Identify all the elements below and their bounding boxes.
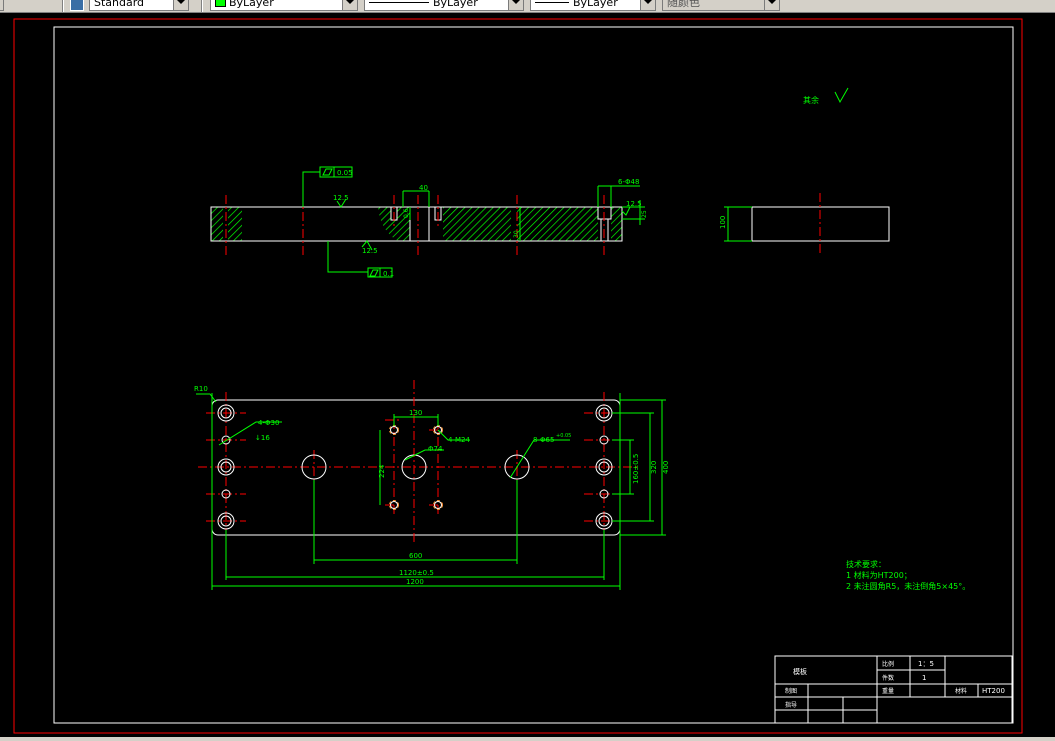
- leader-line: [327, 241, 368, 273]
- dim-1120: 1120±0.5: [399, 569, 434, 577]
- side-view: 100: [719, 193, 890, 253]
- technical-requirements: 技术要求： 1 材料为HT200； 2 未注圆角R5，未注倒角5×45°。: [846, 559, 970, 591]
- dim-6phi48: 6-Φ48: [618, 178, 639, 186]
- leader-r10: [196, 393, 217, 403]
- prev-combo-arrow[interactable]: [0, 0, 4, 11]
- dim-40: 40: [419, 184, 428, 192]
- dim-160: 160±0.5: [632, 454, 640, 484]
- dim-1200: 1200: [406, 578, 424, 586]
- material-value: HT200: [982, 687, 1005, 695]
- chevron-down-icon: [342, 0, 357, 10]
- drawing-canvas[interactable]: 其余 0.05 0.1 12.5 12.5 40 0.6 30 6-Φ48 12…: [0, 13, 1055, 737]
- dim-130: 130: [409, 409, 422, 417]
- color-swatch-icon: [215, 0, 226, 7]
- chevron-down-icon: [508, 0, 523, 10]
- general-roughness-note: 其余: [803, 87, 849, 105]
- lineweight-preview-icon: [535, 2, 569, 3]
- linetype-control-dropdown[interactable]: ByLayer: [364, 0, 524, 11]
- text-style-dropdown[interactable]: Standard: [89, 0, 189, 11]
- roughness-right-value: 12.5: [626, 200, 642, 208]
- front-section-view: 0.05 0.1 12.5 12.5 40 0.6 30 6-Φ48 12.5 …: [210, 166, 648, 278]
- color-value: ByLayer: [229, 0, 274, 9]
- toolbar-separator: [201, 0, 203, 12]
- qty-label: 件数: [882, 674, 894, 682]
- paper-boundary: [13, 18, 1023, 734]
- roughness-top-value: 12.5: [333, 194, 349, 202]
- qty-value: 1: [922, 674, 926, 682]
- flatness-value-top: 0.05: [337, 169, 353, 177]
- dim-06: 0.6: [403, 208, 410, 218]
- chevron-down-icon: [640, 0, 655, 10]
- roughness-symbol: [621, 206, 631, 216]
- tap-callout: 4-M24: [448, 436, 470, 444]
- linetype-preview-icon: [369, 2, 429, 3]
- lineweight-value: ByLayer: [573, 0, 618, 9]
- flatness-symbol-icon: [322, 168, 333, 176]
- hatch-area: [443, 207, 511, 241]
- hatch-area: [211, 207, 223, 241]
- hole-callout: 8-Φ65: [533, 436, 554, 444]
- dim-r10: R10: [194, 385, 208, 393]
- hole-tolerance: +0.05: [556, 433, 571, 439]
- scale-label: 比例: [882, 660, 894, 668]
- plotstyle-control-dropdown[interactable]: 随颜色: [662, 0, 780, 11]
- hatch-area: [528, 207, 598, 241]
- hatch-area: [611, 207, 622, 241]
- dim-25: 25: [641, 210, 648, 218]
- flatness-value-bottom: 0.1: [383, 270, 394, 278]
- leader-hole: [509, 439, 570, 479]
- flatness-symbol-icon: [369, 269, 379, 277]
- cbore-depth: ↓16: [255, 434, 270, 442]
- plotstyle-value: 随颜色: [667, 0, 700, 9]
- roughness-check-symbol: [834, 87, 849, 104]
- chevron-down-icon: [764, 0, 779, 10]
- notes-title: 技术要求：: [846, 559, 886, 569]
- notes-line-2: 2 未注圆角R5，未注倒角5×45°。: [846, 581, 970, 591]
- center-bore-callout: Φ74: [428, 445, 443, 453]
- roughness-note-text: 其余: [803, 95, 819, 105]
- lineweight-control-dropdown[interactable]: ByLayer: [530, 0, 656, 11]
- hatch-area: [228, 207, 242, 241]
- properties-toolbar: Standard ByLayer ByLayer ByLayer 随颜色: [0, 0, 1055, 13]
- color-control-dropdown[interactable]: ByLayer: [210, 0, 358, 11]
- title-block: 模板 比例 1：5 件数 1 制图 重量 材料 HT200 指导: [774, 655, 1013, 724]
- material-label: 材料: [955, 687, 967, 695]
- plan-view: R10 4-Φ30 ↓16 130 4-M24 Φ74 224 8-Φ65 +0…: [194, 380, 670, 590]
- scale-value: 1：5: [918, 660, 934, 668]
- roughness-bottom-value: 12.5: [362, 247, 378, 255]
- checked-label: 指导: [785, 701, 797, 709]
- drawn-label: 制图: [785, 687, 797, 695]
- status-bar: [0, 737, 1055, 741]
- text-style-value: Standard: [94, 0, 145, 9]
- leader-line: [302, 171, 320, 207]
- weight-label: 重量: [882, 687, 894, 695]
- dim-600: 600: [409, 552, 422, 560]
- dim-thickness: 100: [719, 216, 727, 229]
- cbore-callout: 4-Φ30: [258, 419, 279, 427]
- chevron-down-icon: [173, 0, 188, 10]
- text-style-manager-icon[interactable]: [70, 0, 84, 11]
- part-name: 模板: [793, 667, 807, 676]
- dim-320: 320: [650, 461, 658, 474]
- linetype-value: ByLayer: [433, 0, 478, 9]
- toolbar-separator: [62, 0, 64, 12]
- drawing-frame: [53, 26, 1014, 724]
- dim-30: 30: [513, 230, 520, 238]
- dim-224: 224: [378, 464, 386, 478]
- notes-line-1: 1 材料为HT200；: [846, 570, 912, 580]
- dim-400: 400: [662, 461, 670, 474]
